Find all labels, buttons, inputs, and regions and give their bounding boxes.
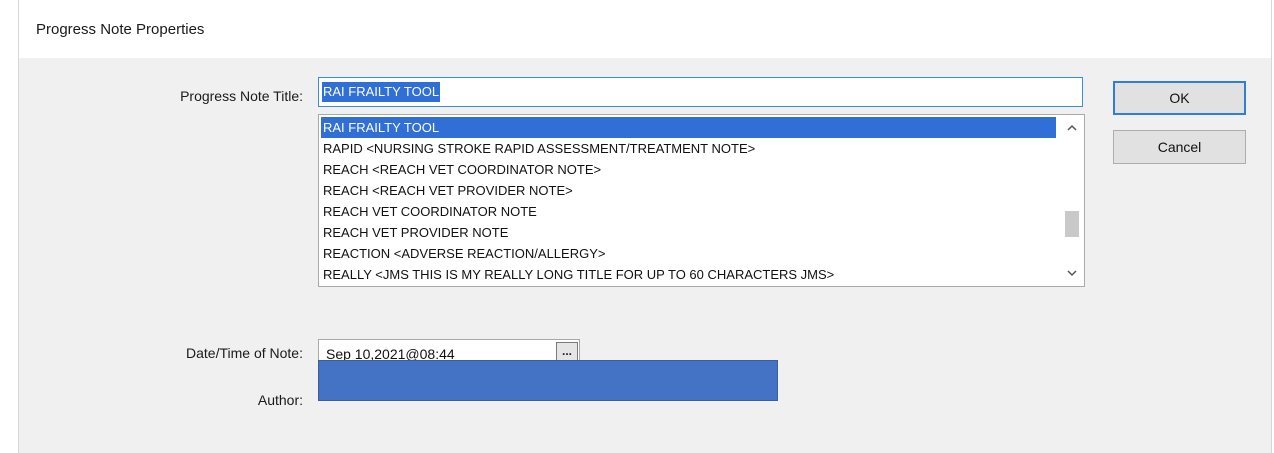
author-label: Author: [257,392,303,408]
author-field[interactable] [318,360,778,401]
dialog-body: Progress Note Title: RAI FRAILTY TOOL RA… [19,58,1271,453]
list-item[interactable]: RAI FRAILTY TOOL [321,117,1056,138]
list-item[interactable]: RAPID <NURSING STROKE RAPID ASSESSMENT/T… [321,138,755,159]
list-item[interactable]: REACH <REACH VET PROVIDER NOTE> [321,180,573,201]
scrollbar-thumb[interactable] [1065,211,1079,237]
progress-note-properties-dialog: Progress Note Properties Progress Note T… [18,0,1272,453]
list-item[interactable]: REACH VET PROVIDER NOTE [321,222,508,243]
progress-note-title-input[interactable]: RAI FRAILTY TOOL [318,77,1083,107]
list-item[interactable]: REACH VET COORDINATOR NOTE [321,201,537,222]
chevron-down-icon[interactable] [1060,264,1084,284]
dialog-titlebar[interactable]: Progress Note Properties [19,0,1271,58]
progress-note-title-label: Progress Note Title: [180,88,303,104]
ok-button[interactable]: OK [1113,81,1246,115]
title-input-selected-text: RAI FRAILTY TOOL [322,82,441,102]
date-time-label: Date/Time of Note: [186,345,303,361]
dialog-title: Progress Note Properties [36,21,205,38]
list-item[interactable]: REALLY <JMS THIS IS MY REALLY LONG TITLE… [321,264,834,285]
list-scrollbar[interactable] [1060,115,1084,286]
list-item[interactable]: REACTION <ADVERSE REACTION/ALLERGY> [321,243,605,264]
list-item[interactable]: REACH <REACH VET COORDINATOR NOTE> [321,159,601,180]
title-list[interactable]: RAI FRAILTY TOOL RAPID <NURSING STROKE R… [318,114,1085,287]
chevron-up-icon[interactable] [1060,119,1084,139]
cancel-button[interactable]: Cancel [1113,130,1246,164]
